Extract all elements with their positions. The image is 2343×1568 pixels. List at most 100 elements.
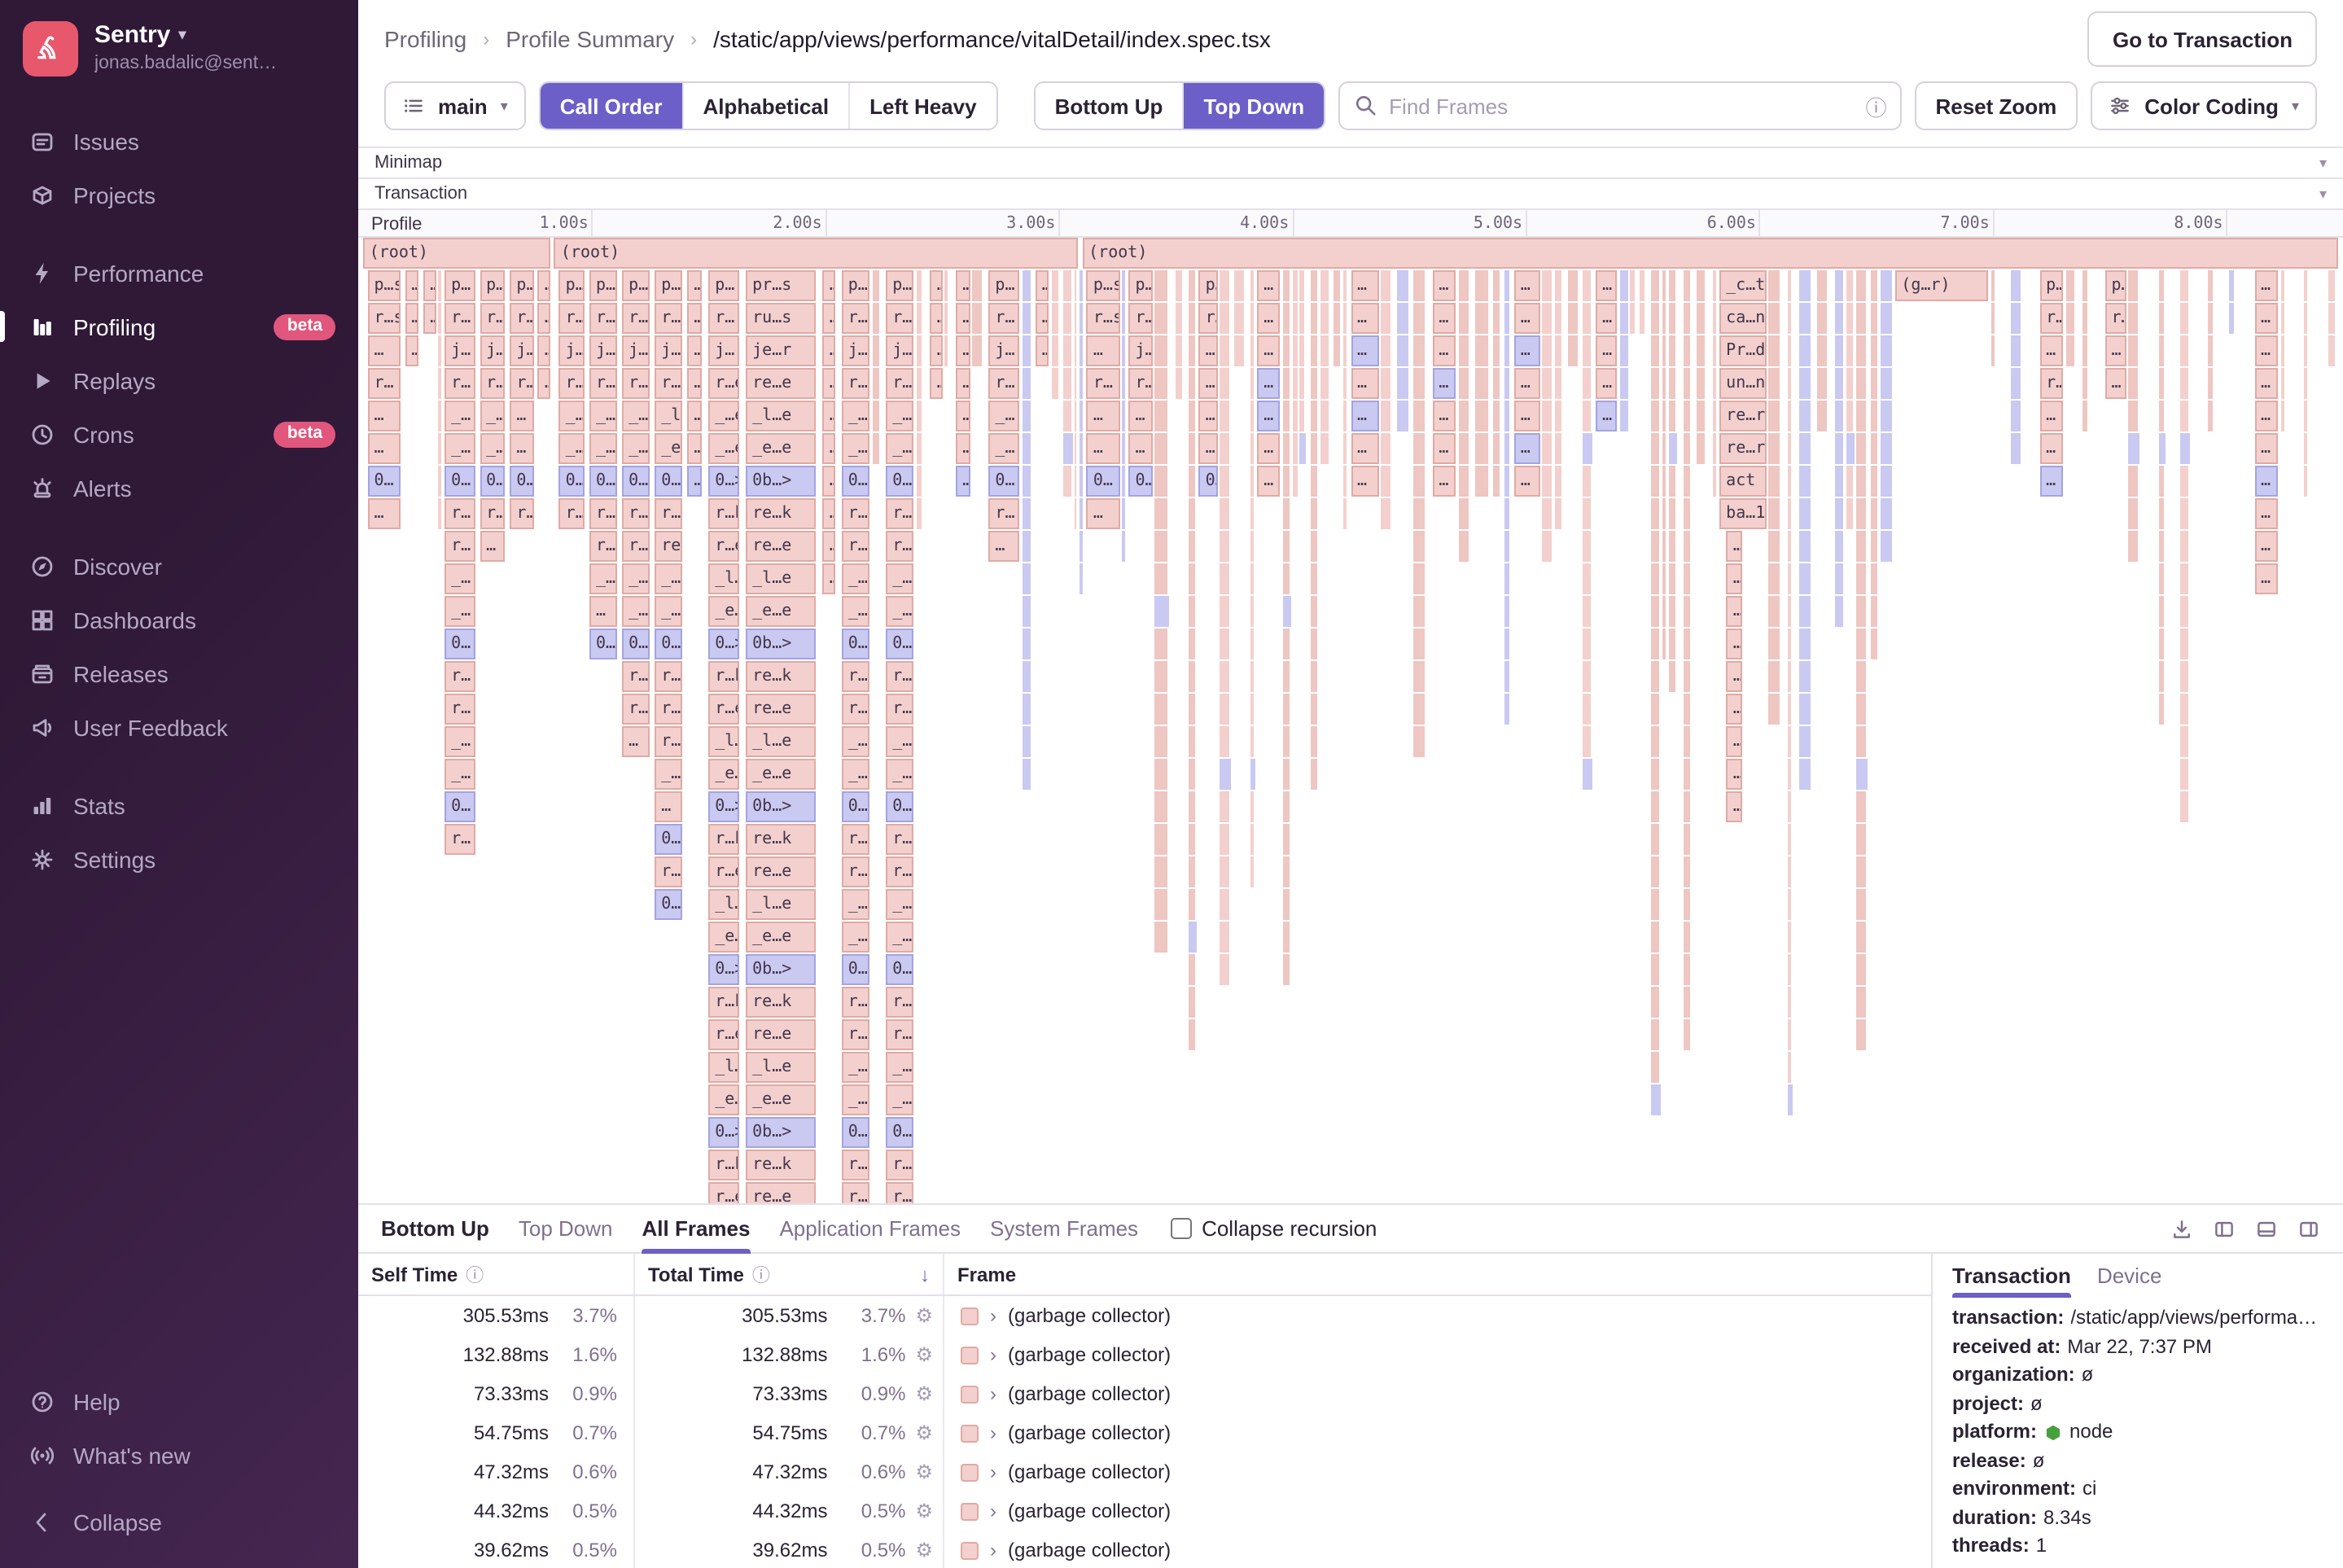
total-time-header[interactable]: Total Time ⓘ ↓ [635,1254,944,1294]
flame-frame[interactable]: r…s [367,303,401,334]
flame-frame[interactable]: … [2254,368,2278,399]
flame-stripe-cell[interactable] [1283,596,1292,627]
flame-frame[interactable]: _e… [708,922,739,953]
flame-stripe[interactable] [972,270,983,366]
sidebar-item-what-s-new[interactable]: What's new [0,1428,358,1482]
tab-bottom-up[interactable]: Bottom Up [381,1205,489,1252]
expand-chevron-icon[interactable]: › [990,1539,996,1561]
flame-frame[interactable]: 0… [1128,466,1153,497]
flame-frame[interactable]: j… [510,335,534,366]
flame-frame[interactable]: 0… [589,629,618,659]
flame-frame[interactable]: … [1351,303,1379,334]
sidebar-item-releases[interactable]: Releases [0,646,358,700]
flame-frame[interactable]: r… [367,368,401,399]
flame-frame[interactable]: un…n [1719,368,1767,399]
flame-frame[interactable]: _… [655,563,683,594]
flame-frame[interactable]: … [930,335,944,366]
flame-frame[interactable]: p… [1198,270,1218,301]
flame-frame[interactable]: _e…e [746,596,817,627]
flame-frame[interactable]: r… [655,694,683,725]
flame-frame[interactable]: … [1128,401,1153,431]
flame-frame[interactable]: … [1035,270,1049,301]
flame-frame[interactable]: … [589,596,618,627]
flame-frame[interactable]: r… [886,856,914,887]
flame-frame[interactable]: p…s [558,270,585,301]
flame-frame[interactable]: … [956,401,970,431]
expand-chevron-icon[interactable]: › [990,1461,996,1483]
flame-frame[interactable]: 0… [841,466,870,497]
flame-frame[interactable]: _l… [708,563,739,594]
flame-frame[interactable]: 0… [886,1117,914,1148]
flame-frame[interactable]: r… [655,661,683,692]
gear-icon[interactable]: ⚙ [915,1540,933,1560]
export-icon[interactable] [2170,1217,2193,1240]
flame-frame[interactable]: … [687,335,702,366]
flame-frame[interactable]: … [822,531,836,562]
flame-frame[interactable]: … [1086,433,1119,464]
flame-frame[interactable]: r… [589,303,618,334]
flame-frame[interactable]: _… [841,726,870,757]
flame-stripe[interactable] [1856,270,1868,1050]
flame-frame[interactable]: 0… [886,629,914,659]
flame-stripe[interactable] [872,270,882,464]
flame-frame[interactable]: … [367,401,401,431]
flame-frame[interactable]: r…k [622,498,650,529]
flame-frame[interactable]: (g…r) [1894,270,1988,301]
flame-frame[interactable]: r… [841,987,870,1018]
expand-chevron-icon[interactable]: › [990,1421,996,1444]
flame-stripe-cell[interactable] [1787,1084,1793,1115]
flame-stripe[interactable] [1233,270,1246,366]
flame-frame[interactable]: _… [445,401,475,431]
flame-frame[interactable]: _e… [708,1084,739,1115]
flame-frame[interactable]: … [2254,270,2278,301]
flame-frame[interactable]: … [1726,759,1743,790]
flame-frame[interactable]: je…r [746,335,817,366]
flame-frame[interactable]: r… [841,1150,870,1180]
flame-stripe-cell[interactable] [1189,922,1197,953]
flame-frame[interactable]: … [1035,335,1049,366]
flame-frame[interactable]: _… [841,596,870,627]
flame-frame[interactable]: r…k [708,661,739,692]
gear-icon[interactable]: ⚙ [915,1384,933,1404]
flame-stripe[interactable] [1320,270,1331,464]
flame-frame[interactable]: _…e [622,433,650,464]
flame-stripe[interactable] [1990,270,1996,366]
thread-select[interactable]: main ▾ [384,81,526,130]
flame-stripe[interactable] [1413,270,1426,757]
table-row[interactable]: 39.62ms 0.5% 39.62ms 0.5% ⚙ › (garbage collect… [358,1531,1931,1568]
flame-stripe[interactable] [1583,270,1592,790]
flame-stripe[interactable] [2179,270,2190,822]
table-row[interactable]: 47.32ms 0.6% 47.32ms 0.6% ⚙ › (garbage collect… [358,1452,1931,1491]
flame-stripe[interactable] [1343,270,1349,529]
flame-frame[interactable]: r… [622,661,650,692]
flame-frame[interactable]: 0b…> [746,791,817,822]
flame-frame[interactable]: … [2254,531,2278,562]
flame-frame[interactable]: … [2104,335,2126,366]
flame-frame[interactable]: … [2254,466,2278,497]
flame-frame[interactable]: … [822,401,836,431]
flame-frame[interactable]: j… [841,335,870,366]
flame-frame[interactable]: r…e [708,1182,739,1203]
flame-frame[interactable]: _… [886,401,914,431]
sidebar-item-alerts[interactable]: Alerts [0,461,358,515]
flame-frame[interactable]: … [423,270,437,301]
expand-chevron-icon[interactable]: › [990,1382,996,1405]
flame-frame[interactable]: r… [480,498,506,529]
flame-stripe[interactable] [1052,270,1061,399]
flame-frame[interactable]: _… [445,726,475,757]
flame-frame[interactable]: … [1351,335,1379,366]
flame-stripe[interactable] [1381,270,1393,529]
flame-frame[interactable]: … [2254,401,2278,431]
flame-frame[interactable]: _… [886,596,914,627]
flame-stripe-cell[interactable] [2159,433,2166,464]
flame-frame[interactable]: r… [886,498,914,529]
flame-frame[interactable]: … [537,303,551,334]
flame-frame[interactable]: … [1351,466,1379,497]
gear-icon[interactable]: ⚙ [915,1306,933,1325]
go-to-transaction-button[interactable]: Go to Transaction [2087,11,2317,67]
flame-frame[interactable]: p…s [510,270,534,301]
flame-frame[interactable]: … [537,335,551,366]
flame-frame[interactable]: r… [510,368,534,399]
flame-frame[interactable]: p… [2104,270,2126,301]
flame-stripe[interactable] [2328,270,2336,366]
